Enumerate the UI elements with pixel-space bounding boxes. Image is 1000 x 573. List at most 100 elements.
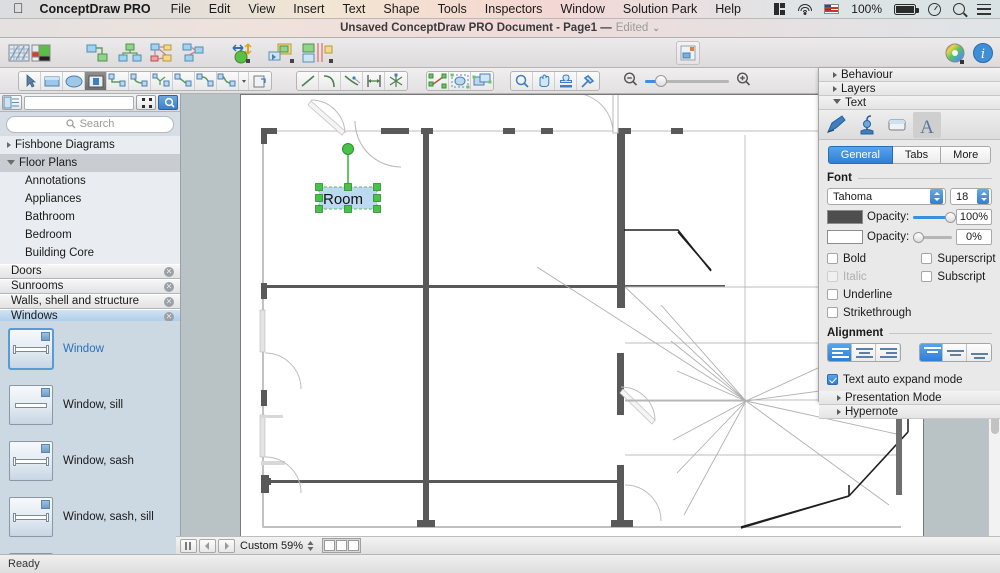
network-layout-tool-button[interactable]	[150, 42, 172, 64]
text-auto-expand-checkbox[interactable]: Text auto expand mode	[827, 372, 992, 387]
chevron-right-icon[interactable]	[833, 86, 837, 92]
ellipse-tool-button[interactable]	[63, 72, 85, 90]
menu-item-inspectors[interactable]: Inspectors	[476, 0, 552, 19]
align-top-button[interactable]	[920, 344, 944, 361]
inspector-section-presentation-mode[interactable]: Presentation Mode	[819, 391, 1000, 405]
fill-tab[interactable]	[853, 112, 881, 138]
arc-tool-button[interactable]	[319, 72, 341, 90]
list-item[interactable]: Window	[0, 321, 180, 377]
background-opacity-value[interactable]: 0%	[956, 229, 992, 245]
zoom-in-icon[interactable]	[735, 71, 752, 91]
arc-connector-tool-button[interactable]	[195, 72, 217, 90]
tree-node-floor-plans[interactable]: Floor Plans	[0, 154, 180, 172]
tree-leaf-appliances[interactable]: Appliances	[0, 190, 180, 208]
grid-tool-button[interactable]	[8, 42, 30, 64]
group-tool-button[interactable]	[268, 42, 298, 64]
menu-app-name[interactable]: ConceptDraw PRO	[35, 0, 162, 19]
library-group-doors[interactable]: Doors ✕	[0, 264, 180, 279]
tree-leaf-bathroom[interactable]: Bathroom	[0, 208, 180, 226]
chain-tool-button[interactable]	[249, 72, 271, 90]
page-thumb[interactable]	[348, 540, 359, 551]
zoom-slider[interactable]	[645, 74, 729, 88]
library-filter-input[interactable]	[24, 96, 134, 110]
tree-leaf-annotations[interactable]: Annotations	[0, 172, 180, 190]
distribute-tool-button[interactable]	[232, 42, 262, 64]
underline-checkbox[interactable]: Underline	[827, 287, 911, 302]
chevron-down-icon[interactable]	[977, 189, 989, 204]
eyedropper-tool-button[interactable]	[577, 72, 599, 90]
stamp-tool-button[interactable]	[555, 72, 577, 90]
menu-item-solution-park[interactable]: Solution Park	[614, 0, 706, 19]
direct-connector-tool-button[interactable]	[173, 72, 195, 90]
chevron-down-icon[interactable]: ⌄	[652, 23, 660, 34]
align-right-button[interactable]	[876, 344, 900, 361]
list-item[interactable]: Window, frame	[0, 545, 180, 554]
list-item[interactable]: Window, sash	[0, 433, 180, 489]
close-icon[interactable]: ✕	[164, 267, 174, 277]
align-bottom-button[interactable]	[967, 344, 991, 361]
text-opacity-slider[interactable]	[913, 210, 952, 224]
menu-item-insert[interactable]: Insert	[284, 0, 333, 19]
chevron-down-icon[interactable]	[7, 160, 15, 168]
inspector-section-behaviour[interactable]: Behaviour	[819, 68, 1000, 82]
close-icon[interactable]: ✕	[164, 297, 174, 307]
tree-leaf-bedroom[interactable]: Bedroom	[0, 226, 180, 244]
curve-connector-tool-button[interactable]	[129, 72, 151, 90]
tab-more[interactable]: More	[941, 146, 991, 164]
menu-item-edit[interactable]: Edit	[200, 0, 240, 19]
connect-shapes-tool-button[interactable]	[86, 42, 108, 64]
bezier-tool-button[interactable]	[341, 72, 363, 90]
chevron-right-icon[interactable]	[837, 409, 841, 415]
zoom-level-select[interactable]: Custom 59%	[237, 538, 318, 553]
chevron-right-icon[interactable]	[7, 142, 11, 148]
menu-item-tools[interactable]: Tools	[429, 0, 476, 19]
tree-layout-tool-button[interactable]	[118, 42, 140, 64]
tree-node-fishbone-diagrams[interactable]: Fishbone Diagrams	[0, 136, 180, 154]
chevron-right-icon[interactable]	[837, 395, 841, 401]
grid-view-icon[interactable]	[136, 95, 156, 110]
menu-item-file[interactable]: File	[162, 0, 200, 19]
font-family-select[interactable]: Tahoma	[827, 188, 946, 205]
menu-item-window[interactable]: Window	[551, 0, 613, 19]
select-all-tool-button[interactable]	[471, 72, 493, 90]
background-opacity-slider[interactable]	[913, 230, 952, 244]
search-input[interactable]: Search	[6, 116, 174, 133]
flow-layout-tool-button[interactable]	[182, 42, 204, 64]
page-thumbnails[interactable]	[322, 538, 361, 553]
pause-icon[interactable]	[180, 539, 197, 553]
text-color-swatch[interactable]	[827, 210, 863, 224]
zoom-out-icon[interactable]	[622, 71, 639, 91]
tab-tabs[interactable]: Tabs	[893, 146, 941, 164]
inspector-section-text[interactable]: Text	[819, 96, 1000, 110]
pen-tab[interactable]	[823, 112, 851, 138]
text-tool-button[interactable]	[85, 72, 107, 90]
list-item[interactable]: Window, sash, sill	[0, 489, 180, 545]
info-button[interactable]: i	[972, 42, 996, 64]
tree-connector-tool-button[interactable]	[151, 72, 173, 90]
bold-checkbox[interactable]: Bold	[827, 251, 911, 266]
library-item-list[interactable]: Window Window, sill Window, sash Window,…	[0, 321, 180, 554]
smart-connector-tool-button[interactable]	[107, 72, 129, 90]
close-icon[interactable]: ✕	[164, 312, 174, 322]
spotlight-search-icon[interactable]	[947, 0, 971, 19]
shadow-tab[interactable]	[883, 112, 911, 138]
page-setup-tool-button[interactable]	[676, 41, 700, 65]
connector-dropdown-arrow-icon[interactable]	[239, 72, 249, 90]
text-opacity-value[interactable]: 100%	[956, 209, 992, 225]
line-tool-button[interactable]	[297, 72, 319, 90]
color-fill-tool-button[interactable]	[30, 42, 52, 64]
hand-tool-button[interactable]	[533, 72, 555, 90]
menu-item-view[interactable]: View	[239, 0, 284, 19]
align-center-button[interactable]	[852, 344, 876, 361]
inspector-section-layers[interactable]: Layers	[819, 82, 1000, 96]
battery-charging-icon[interactable]	[888, 0, 922, 19]
italic-checkbox[interactable]: Italic	[827, 269, 911, 284]
prev-page-icon[interactable]	[199, 539, 216, 553]
chevron-right-icon[interactable]	[833, 72, 837, 78]
marquee-select-tool-button[interactable]	[449, 72, 471, 90]
select-similar-tool-button[interactable]	[427, 72, 449, 90]
notification-center-icon[interactable]	[971, 0, 1000, 19]
inspector-section-hypernote[interactable]: Hypernote	[819, 405, 1000, 419]
color-wheel-button[interactable]	[944, 42, 968, 64]
list-item[interactable]: Window, sill	[0, 377, 180, 433]
